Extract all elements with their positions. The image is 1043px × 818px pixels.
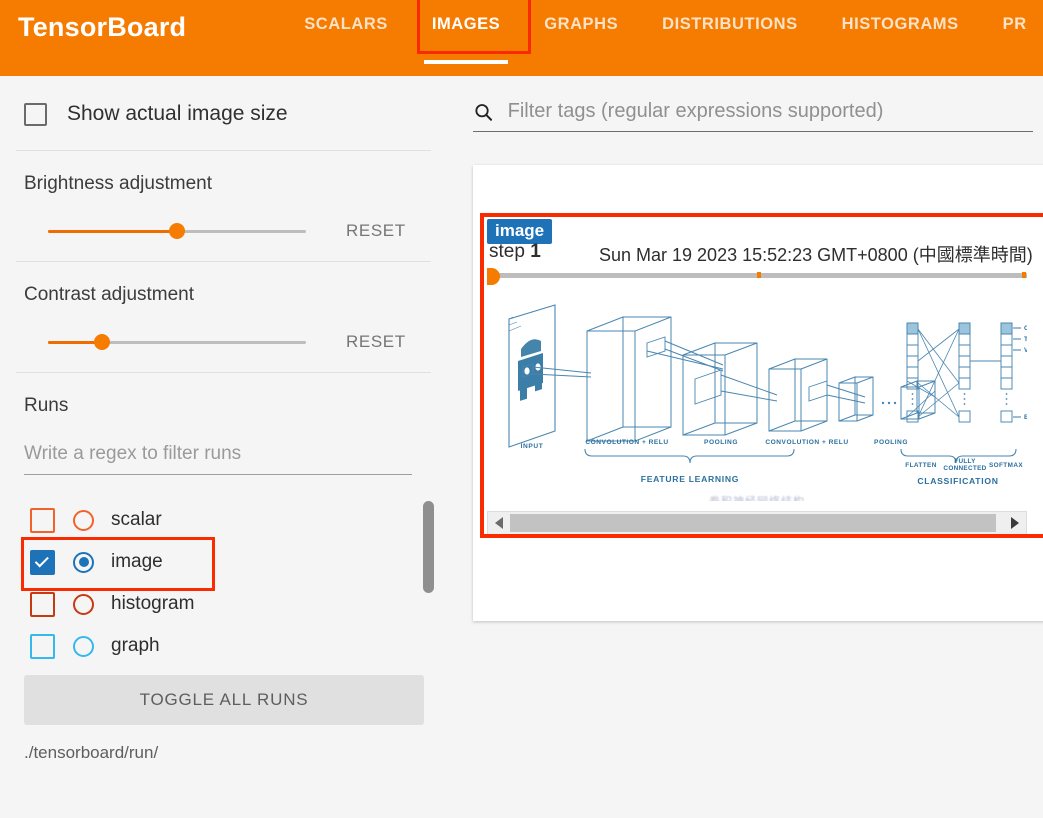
run-row-scalar[interactable]: scalar xyxy=(24,499,430,541)
toggle-all-runs-button[interactable]: TOGGLE ALL RUNS xyxy=(24,675,424,725)
brightness-slider[interactable] xyxy=(48,223,306,239)
run-label-image: image xyxy=(111,551,163,572)
step-value: 1 xyxy=(530,241,541,262)
contrast-section: Contrast adjustment RESET xyxy=(0,262,447,372)
radio-dot-icon xyxy=(78,557,89,567)
horizontal-scrollbar-thumb[interactable] xyxy=(510,514,996,532)
svg-text:CLASSIFICATION: CLASSIFICATION xyxy=(917,476,998,486)
step-slider-thumb[interactable] xyxy=(487,268,500,285)
cnn-diagram-svg: INPUT CONVOLUTION + RELU POOLING CONVOLU… xyxy=(508,304,1027,486)
image-caption: 卷积神经网络结构 xyxy=(487,493,1027,501)
tab-images[interactable]: IMAGES xyxy=(410,0,532,76)
app-header: TensorBoard SCALARS IMAGES GRAPHS DISTRI… xyxy=(0,0,1043,76)
svg-text:POOLING: POOLING xyxy=(874,439,908,446)
step-slider-tick xyxy=(1021,272,1026,278)
step-slider-tick xyxy=(757,272,761,278)
svg-text:FEATURE LEARNING: FEATURE LEARNING xyxy=(641,474,739,484)
image-card-header: image step 1 Sun Mar 19 2023 15:52:23 GM… xyxy=(487,219,1043,265)
contrast-slider[interactable] xyxy=(48,334,306,350)
image-timestamp: Sun Mar 19 2023 15:52:23 GMT+0800 (中國標準時… xyxy=(599,245,1033,265)
tab-pr-curves[interactable]: PR xyxy=(981,0,1043,76)
run-label-graph: graph xyxy=(111,635,160,656)
left-sidebar: Show actual image size Brightness adjust… xyxy=(0,76,447,818)
chevron-left-icon xyxy=(495,517,503,529)
contrast-title: Contrast adjustment xyxy=(24,284,195,305)
show-actual-image-size-row[interactable]: Show actual image size xyxy=(0,76,447,150)
tab-distributions[interactable]: DISTRIBUTIONS xyxy=(640,0,819,76)
runs-section: Runs scalar image xyxy=(0,373,447,763)
image-card-body: image step 1 Sun Mar 19 2023 15:52:23 GM… xyxy=(487,219,1043,535)
check-icon xyxy=(34,552,49,567)
chevron-right-icon xyxy=(1011,517,1019,529)
main-content: image step 1 Sun Mar 19 2023 15:52:23 GM… xyxy=(447,76,1043,818)
brightness-slider-fill xyxy=(48,229,177,233)
run-radio-scalar[interactable] xyxy=(73,509,94,531)
run-directory-path: ./tensorboard/run/ xyxy=(24,743,159,762)
svg-text:CONVOLUTION + RELU: CONVOLUTION + RELU xyxy=(765,439,848,446)
runs-filter-input[interactable] xyxy=(24,443,412,475)
svg-text:TRUCK: TRUCK xyxy=(1024,336,1027,343)
run-radio-graph[interactable] xyxy=(73,635,94,657)
run-checkbox-scalar[interactable] xyxy=(30,507,55,533)
brightness-slider-row: RESET xyxy=(24,221,447,241)
brightness-slider-thumb[interactable] xyxy=(169,223,185,239)
brightness-reset-button[interactable]: RESET xyxy=(346,221,406,241)
svg-text:CAR: CAR xyxy=(1024,325,1027,332)
run-row-graph[interactable]: graph xyxy=(24,625,430,667)
contrast-slider-thumb[interactable] xyxy=(94,334,111,350)
svg-text:FULLY: FULLY xyxy=(954,458,976,465)
tab-histograms[interactable]: HISTOGRAMS xyxy=(820,0,981,76)
show-actual-image-size-label: Show actual image size xyxy=(67,102,288,125)
show-actual-image-size-checkbox[interactable] xyxy=(24,102,47,126)
image-horizontal-scrollbar[interactable] xyxy=(487,511,1027,535)
svg-text:FLATTEN: FLATTEN xyxy=(905,462,936,469)
main-nav-tabs: SCALARS IMAGES GRAPHS DISTRIBUTIONS HIST… xyxy=(282,0,1043,76)
contrast-reset-button[interactable]: RESET xyxy=(346,332,406,352)
run-checkbox-image[interactable] xyxy=(30,549,55,575)
brightness-section: Brightness adjustment RESET xyxy=(0,151,447,261)
step-slider[interactable] xyxy=(487,268,1027,285)
run-checkbox-graph[interactable] xyxy=(30,633,55,659)
svg-text:VAN: VAN xyxy=(1024,347,1027,354)
step-indicator: step 1 xyxy=(489,241,541,263)
contrast-slider-row: RESET xyxy=(24,332,447,352)
image-tag-card: image step 1 Sun Mar 19 2023 15:52:23 GM… xyxy=(473,165,1043,621)
runs-filter-wrapper xyxy=(24,443,430,475)
svg-text:BICYCLE: BICYCLE xyxy=(1024,414,1027,421)
runs-title: Runs xyxy=(24,395,69,416)
svg-text:POOLING: POOLING xyxy=(704,439,738,446)
app-brand-title: TensorBoard xyxy=(18,12,187,42)
scroll-left-button[interactable] xyxy=(488,512,510,534)
svg-text:CONNECTED: CONNECTED xyxy=(943,465,986,472)
cnn-architecture-image: INPUT CONVOLUTION + RELU POOLING CONVOLU… xyxy=(487,291,1027,501)
run-row-histogram[interactable]: histogram xyxy=(24,583,430,625)
scroll-right-button[interactable] xyxy=(1004,512,1026,534)
run-radio-image[interactable] xyxy=(73,551,94,573)
tab-graphs[interactable]: GRAPHS xyxy=(522,0,640,76)
run-row-image[interactable]: image xyxy=(21,537,430,591)
svg-text:SOFTMAX: SOFTMAX xyxy=(989,462,1023,469)
runs-list: scalar image histogram graph xyxy=(21,499,434,667)
run-label-scalar: scalar xyxy=(111,509,162,530)
filter-tags-input[interactable] xyxy=(507,100,1033,123)
svg-text:CONVOLUTION + RELU: CONVOLUTION + RELU xyxy=(585,439,668,446)
brightness-title: Brightness adjustment xyxy=(24,173,212,194)
run-radio-histogram[interactable] xyxy=(73,593,94,615)
run-label-histogram: histogram xyxy=(111,593,195,614)
filter-tags-row xyxy=(473,100,1033,132)
search-icon xyxy=(475,103,493,121)
tab-scalars[interactable]: SCALARS xyxy=(282,0,410,76)
run-checkbox-histogram[interactable] xyxy=(30,591,55,617)
step-prefix: step xyxy=(489,241,525,262)
svg-text:INPUT: INPUT xyxy=(521,443,544,450)
